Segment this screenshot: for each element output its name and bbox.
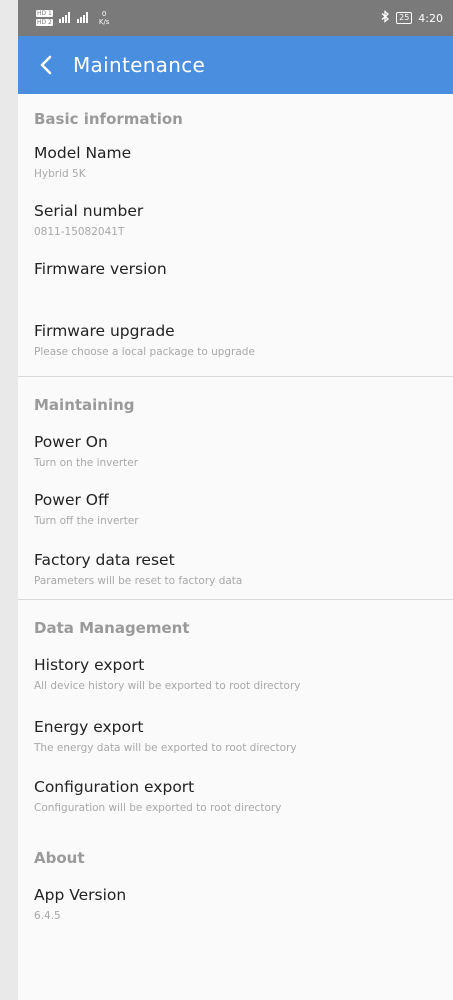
list-item-firmware-upgrade[interactable]: Firmware upgrade Please choose a local p… (18, 322, 453, 376)
chevron-left-icon (40, 55, 51, 75)
status-right: 25 4:20 (381, 10, 443, 26)
item-title: Model Name (34, 144, 132, 162)
section-header: About (34, 849, 85, 867)
item-subtitle: Parameters will be reset to factory data (34, 575, 243, 587)
item-subtitle: 6.4.5 (34, 910, 61, 922)
item-title: Configuration export (34, 778, 195, 796)
item-title: Serial number (34, 202, 144, 220)
maintenance-screen: HD 1 HD 2 0 K/s 25 4:20 Maintenance Basi… (18, 0, 453, 1000)
item-subtitle: The energy data will be exported to root… (34, 742, 297, 754)
status-left: HD 1 HD 2 0 K/s (36, 9, 109, 27)
status-bar: HD 1 HD 2 0 K/s 25 4:20 (18, 0, 453, 36)
list-item-power-on[interactable]: Power On Turn on the inverter (18, 433, 453, 491)
item-title: Firmware upgrade (34, 322, 175, 340)
section-header: Basic information (34, 110, 183, 128)
list-item-factory-reset[interactable]: Factory data reset Parameters will be re… (18, 551, 453, 599)
section-basic-information: Basic information Model Name Hybrid 5K S… (18, 94, 453, 376)
list-item-power-off[interactable]: Power Off Turn off the inverter (18, 491, 453, 551)
speed-value: 0 (101, 10, 107, 18)
list-item-history-export[interactable]: History export All device history will b… (18, 656, 453, 718)
section-header: Data Management (34, 619, 190, 637)
item-title: Power Off (34, 491, 109, 509)
item-title: Energy export (34, 718, 144, 736)
list-item-serial-number: Serial number 0811-15082041T (18, 202, 453, 260)
item-title: Firmware version (34, 260, 167, 278)
item-title: History export (34, 656, 145, 674)
item-subtitle: All device history will be exported to r… (34, 680, 301, 692)
item-title: Power On (34, 433, 108, 451)
back-button[interactable] (18, 55, 73, 75)
speed-unit: K/s (98, 18, 110, 26)
page-title: Maintenance (73, 53, 206, 77)
clock: 4:20 (418, 11, 443, 25)
item-subtitle: Please choose a local package to upgrade (34, 346, 255, 358)
section-data-management: Data Management History export All devic… (18, 600, 453, 830)
item-title: Factory data reset (34, 551, 175, 569)
item-subtitle: Hybrid 5K (34, 168, 86, 180)
section-about: About App Version 6.4.5 (18, 830, 453, 946)
network-speed: 0 K/s (99, 10, 110, 26)
item-subtitle: Configuration will be exported to root d… (34, 802, 282, 814)
item-title: App Version (34, 886, 127, 904)
list-item-model-name: Model Name Hybrid 5K (18, 144, 453, 202)
section-header: Maintaining (34, 396, 135, 414)
item-subtitle: 0811-15082041T (34, 226, 125, 238)
sim-icon: HD 1 HD 2 (36, 9, 53, 27)
list-item-firmware-version: Firmware version (18, 260, 453, 322)
app-bar: Maintenance (18, 36, 453, 94)
list-item-app-version: App Version 6.4.5 (18, 886, 453, 946)
signal-icon (58, 11, 93, 26)
battery-icon: 25 (396, 12, 413, 24)
sim1-label: HD 1 (36, 10, 53, 17)
sim2-label: HD 2 (36, 19, 53, 26)
item-subtitle: Turn on the inverter (34, 457, 139, 469)
list-item-configuration-export[interactable]: Configuration export Configuration will … (18, 778, 453, 830)
section-maintaining: Maintaining Power On Turn on the inverte… (18, 377, 453, 599)
bluetooth-icon (381, 10, 390, 26)
list-item-energy-export[interactable]: Energy export The energy data will be ex… (18, 718, 453, 778)
item-subtitle: Turn off the inverter (34, 515, 139, 527)
